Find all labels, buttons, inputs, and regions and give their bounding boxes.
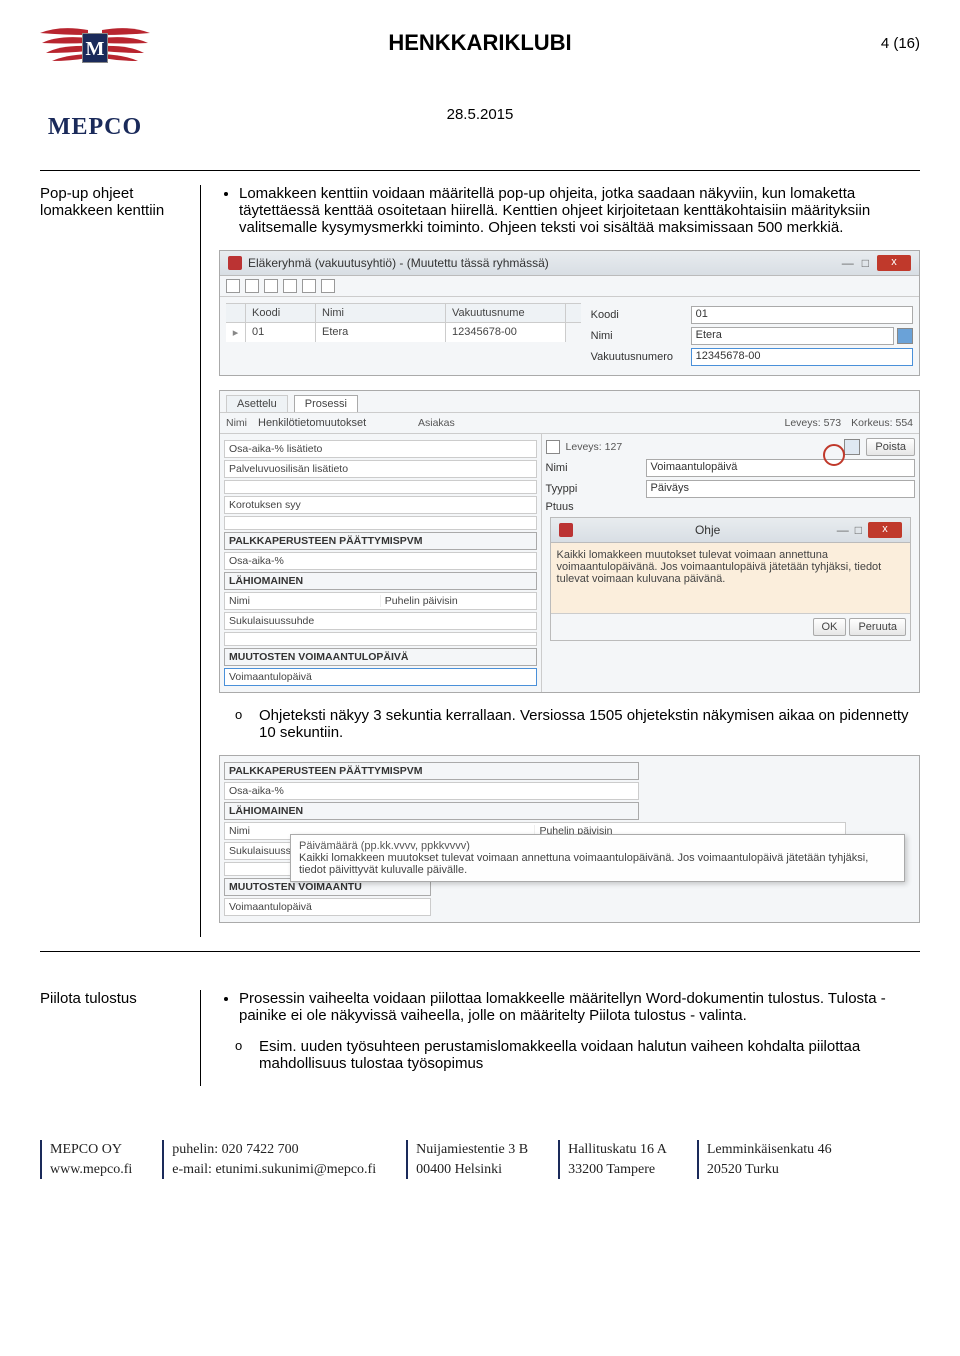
close-icon[interactable]: x <box>868 522 902 538</box>
list-item[interactable]: PALKKAPERUSTEEN PÄÄTTYMISPVM <box>224 532 537 550</box>
koodi-field[interactable]: 01 <box>691 306 913 324</box>
maximize-icon[interactable]: □ <box>862 256 869 270</box>
app-icon <box>559 523 573 537</box>
toolbar-icon[interactable] <box>321 279 335 293</box>
r-nimi-input[interactable]: Voimaantulopäivä <box>646 459 915 477</box>
r-tyyppi-select[interactable]: Päiväys <box>646 480 915 498</box>
document-date: 28.5.2015 <box>40 106 920 123</box>
screenshot-asettelu: Asettelu Prosessi Nimi Henkilötietomuuto… <box>219 390 920 693</box>
cancel-button[interactable]: Peruuta <box>849 618 906 636</box>
nimi-field[interactable]: Etera <box>691 327 894 345</box>
tooltip-body: Kaikki lomakkeen muutokset tulevat voima… <box>299 852 896 876</box>
list-item[interactable]: LÄHIOMAINEN <box>224 802 639 820</box>
help-icon[interactable] <box>844 439 860 455</box>
list-item[interactable]: LÄHIOMAINEN <box>224 572 537 590</box>
section-label: Piilota tulostus <box>40 990 200 1086</box>
page-number: 4 (16) <box>881 35 920 52</box>
bullet-text: Prosessin vaiheelta voidaan piilottaa lo… <box>239 990 920 1024</box>
window-titlebar: Eläkeryhmä (vakuutusyhtiö) - (Muutettu t… <box>220 251 919 276</box>
lookup-icon[interactable] <box>897 328 913 344</box>
minimize-icon[interactable]: — <box>842 256 854 270</box>
page-footer: MEPCO OYwww.mepco.fi puhelin: 020 7422 7… <box>40 1140 920 1179</box>
list-item[interactable]: Korotuksen syy <box>224 496 537 514</box>
window-title: Eläkeryhmä (vakuutusyhtiö) - (Muutettu t… <box>248 256 549 270</box>
list-item-selected[interactable]: Voimaantulopäivä <box>224 668 537 686</box>
vakuutusnumero-field[interactable]: 12345678-00 <box>691 348 913 366</box>
app-icon <box>228 256 242 270</box>
toolbar-icon[interactable] <box>264 279 278 293</box>
minimize-icon[interactable]: — <box>837 523 849 537</box>
logo-m-icon: M <box>82 33 108 63</box>
list-item[interactable]: Sukulaisuussuhde <box>224 612 537 630</box>
section-piilota-tulostus: Piilota tulostus Prosessin vaiheelta voi… <box>40 976 920 1100</box>
footer-col-helsinki: Nuijamiestentie 3 B00400 Helsinki <box>406 1140 528 1179</box>
sub-bullet-text: Ohjeteksti näkyy 3 sekuntia kerrallaan. … <box>259 707 909 741</box>
toolbar <box>220 276 919 297</box>
sub-bullet-text: Esim. uuden työsuhteen perustamislomakke… <box>259 1038 860 1072</box>
field-list: Osa-aika-% lisätieto Palveluvuosilisän l… <box>220 434 542 692</box>
tooltip: Päivämäärä (pp.kk.vvvv, ppkkvvvv) Kaikki… <box>290 834 905 882</box>
tooltip-title: Päivämäärä (pp.kk.vvvv, ppkkvvvv) <box>299 840 896 852</box>
footer-col-tampere: Hallituskatu 16 A33200 Tampere <box>558 1140 667 1179</box>
section-label: Pop-up ohjeet lomakkeen kenttiin <box>40 185 200 937</box>
toolbar-icon[interactable] <box>226 279 240 293</box>
sub-bullet-marker: o <box>235 707 242 722</box>
toolbar-icon[interactable] <box>245 279 259 293</box>
list-item[interactable] <box>224 516 537 530</box>
toolbar-icon[interactable] <box>283 279 297 293</box>
section-popup-ohjeet: Pop-up ohjeet lomakkeen kenttiin Lomakke… <box>40 171 920 952</box>
sub-bullet-marker: o <box>235 1038 242 1053</box>
ohje-dialog: Ohje — □ x Kaikki lomakkeen muutokset tu… <box>550 517 911 641</box>
close-icon[interactable]: x <box>877 255 911 271</box>
poista-button[interactable]: Poista <box>866 438 915 456</box>
footer-col-turku: Lemminkäisenkatu 4620520 Turku <box>697 1140 832 1179</box>
bullet-text: Lomakkeen kenttiin voidaan määritellä po… <box>239 185 920 236</box>
mepco-logo: M MEPCO <box>30 25 160 115</box>
table-header: Koodi Nimi Vakuutusnume <box>226 303 581 323</box>
nimi-input[interactable]: Henkilötietomuutokset <box>258 417 398 429</box>
document-title: HENKKARIKLUBI <box>40 20 920 56</box>
list-item[interactable] <box>224 480 537 494</box>
ohje-textarea[interactable]: Kaikki lomakkeen muutokset tulevat voima… <box>551 543 910 613</box>
vertical-divider <box>200 185 201 937</box>
highlight-circle-icon <box>823 444 845 466</box>
list-item[interactable]: Osa-aika-% <box>224 552 537 570</box>
arrow-icon[interactable] <box>546 440 560 454</box>
list-item[interactable]: MUUTOSTEN VOIMAANTULOPÄIVÄ <box>224 648 537 666</box>
list-item[interactable]: Palveluvuosilisän lisätieto <box>224 460 537 478</box>
vertical-divider <box>200 990 201 1086</box>
maximize-icon[interactable]: □ <box>855 523 862 537</box>
list-item[interactable]: PALKKAPERUSTEEN PÄÄTTYMISPVM <box>224 762 639 780</box>
footer-col-company: MEPCO OYwww.mepco.fi <box>40 1140 132 1179</box>
list-item[interactable] <box>224 632 537 646</box>
ok-button[interactable]: OK <box>813 618 847 636</box>
logo-text: MEPCO <box>30 114 160 141</box>
footer-col-contact: puhelin: 020 7422 700e-mail: etunimi.suk… <box>162 1140 376 1179</box>
list-item[interactable]: Nimi Puhelin päivisin <box>224 592 537 610</box>
list-item[interactable]: Voimaantulopäivä <box>224 898 431 916</box>
dialog-title: Ohje <box>579 523 837 537</box>
list-item[interactable]: Osa-aika-% <box>224 782 639 800</box>
tab-asettelu[interactable]: Asettelu <box>226 395 288 412</box>
tab-prosessi[interactable]: Prosessi <box>294 395 358 412</box>
table-row[interactable]: ▸ 01 Etera 12345678-00 <box>226 323 581 342</box>
page-header: M MEPCO HENKKARIKLUBI 4 (16) 28.5.2015 <box>40 20 920 130</box>
list-item[interactable]: Osa-aika-% lisätieto <box>224 440 537 458</box>
screenshot-tooltip: PALKKAPERUSTEEN PÄÄTTYMISPVM Osa-aika-% … <box>219 755 920 923</box>
toolbar-icon[interactable] <box>302 279 316 293</box>
screenshot-elakeryhma: Eläkeryhmä (vakuutusyhtiö) - (Muutettu t… <box>219 250 920 376</box>
